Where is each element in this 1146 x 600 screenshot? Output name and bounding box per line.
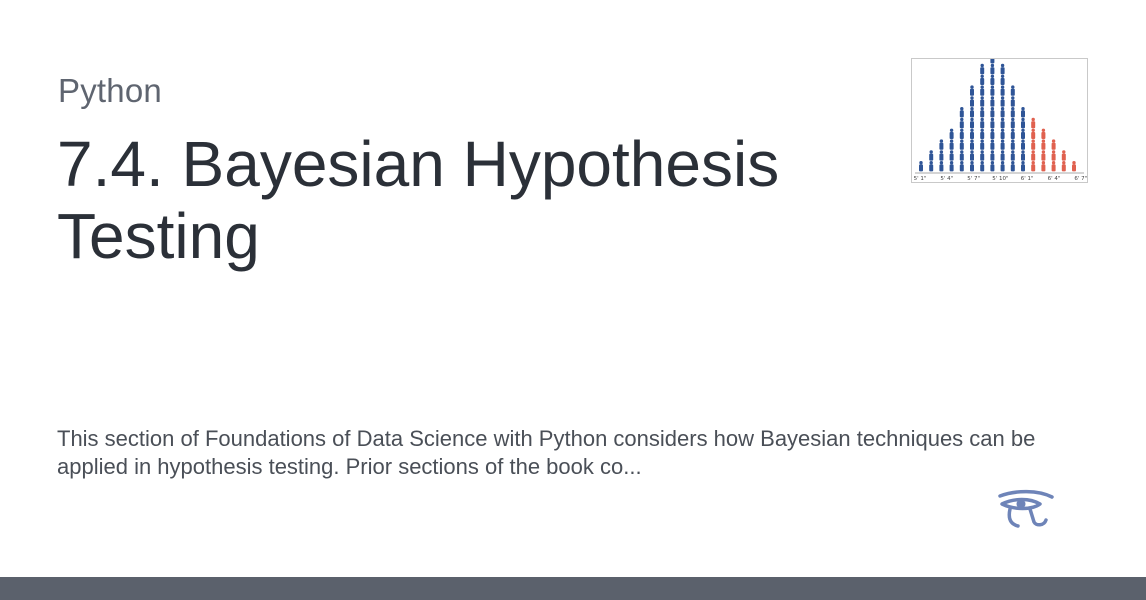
person-figure — [949, 128, 954, 139]
thumbnail-axis-label: 5' 7" — [967, 176, 980, 182]
person-figure — [980, 128, 985, 139]
person-figure — [1051, 139, 1056, 150]
person-figure — [1000, 117, 1005, 129]
person-figure — [1010, 107, 1015, 118]
person-figure — [939, 139, 944, 150]
person-figure — [980, 117, 985, 129]
person-figure — [1041, 139, 1046, 150]
person-figure — [1000, 96, 1005, 107]
person-figure — [959, 107, 964, 118]
person-figure — [970, 85, 974, 96]
person-figure — [1010, 96, 1015, 107]
person-figure — [990, 85, 995, 96]
person-figure — [980, 96, 985, 107]
person-figure — [1031, 117, 1036, 129]
thumbnail-axis-label: 6' 4" — [1048, 176, 1061, 182]
person-figure — [929, 161, 934, 172]
thumbnail-axis-label: 6' 1" — [1021, 176, 1034, 182]
person-figure — [1021, 161, 1025, 172]
thumbnail-axis-label: 5' 4" — [940, 176, 953, 182]
person-figure — [980, 161, 985, 172]
person-figure — [1021, 139, 1025, 150]
person-figure — [990, 139, 995, 150]
person-figure — [929, 150, 934, 161]
person-figure — [990, 117, 995, 129]
person-figure — [1021, 107, 1025, 118]
person-figure — [1041, 128, 1046, 139]
person-figure — [1031, 161, 1036, 172]
person-figure — [1031, 139, 1036, 150]
person-figure — [980, 107, 985, 118]
person-figure — [970, 128, 974, 139]
person-figure — [990, 63, 995, 75]
person-figure — [970, 139, 974, 150]
person-figure — [980, 150, 985, 161]
person-figure — [949, 150, 954, 161]
thumbnail-axis-label: 5' 10" — [992, 176, 1008, 182]
person-figure — [1072, 161, 1076, 172]
person-figure — [980, 85, 985, 96]
person-figure — [959, 117, 964, 129]
person-figure — [1061, 161, 1066, 172]
person-figure — [1021, 150, 1025, 161]
person-figure — [1031, 150, 1036, 161]
person-figure — [1000, 85, 1005, 96]
person-figure — [1051, 150, 1056, 161]
category-label: Python — [58, 72, 162, 109]
person-figure — [970, 161, 974, 172]
person-figure — [980, 63, 985, 75]
person-figure — [1000, 139, 1005, 150]
person-figure — [1000, 74, 1005, 85]
person-figure — [1010, 128, 1015, 139]
person-figure — [1010, 161, 1015, 172]
person-figure — [1010, 139, 1015, 150]
person-figure — [1041, 150, 1046, 161]
person-figure — [1021, 128, 1025, 139]
person-figure — [939, 161, 944, 172]
person-figure — [1010, 85, 1015, 96]
person-figure — [1041, 161, 1046, 172]
person-figure — [990, 74, 995, 85]
person-figure — [959, 161, 964, 172]
person-figure — [949, 161, 954, 172]
person-figure — [919, 161, 923, 172]
person-figure — [990, 128, 995, 139]
person-figure — [1000, 63, 1005, 75]
person-figure — [970, 150, 974, 161]
person-figure — [1061, 150, 1066, 161]
page-title: 7.4. Bayesian Hypothesis Testing — [57, 128, 780, 272]
person-figure — [959, 150, 964, 161]
person-figure — [1000, 150, 1005, 161]
person-figure — [990, 96, 995, 107]
thumbnail-axis-label: 5' 1" — [914, 176, 927, 182]
eye-of-horus-icon — [996, 488, 1056, 532]
thumbnail-axis-label: 6' 7" — [1074, 176, 1087, 182]
person-figure — [990, 107, 995, 118]
person-figure — [1000, 107, 1005, 118]
person-figure — [970, 107, 974, 118]
person-figure — [1021, 117, 1025, 129]
person-figure — [959, 128, 964, 139]
person-figure — [970, 117, 974, 129]
person-figure — [1051, 161, 1056, 172]
page-description: This section of Foundations of Data Scie… — [57, 426, 1036, 479]
person-figure — [1010, 117, 1015, 129]
person-figure — [959, 139, 964, 150]
person-figure — [1010, 150, 1015, 161]
person-figure — [939, 150, 944, 161]
person-figure — [970, 96, 974, 107]
person-figure — [1000, 161, 1005, 172]
thumbnail-image: 5' 1" 5' 4" 5' 7" 5' 10" 6' 1" 6' 4" 6' 7" — [911, 58, 1088, 183]
person-figure — [990, 150, 995, 161]
person-figure — [990, 59, 995, 64]
person-figure — [980, 139, 985, 150]
person-figure — [949, 139, 954, 150]
footer-bar — [0, 577, 1146, 600]
person-figure — [990, 161, 995, 172]
person-figure — [1031, 128, 1036, 139]
person-figure — [1000, 128, 1005, 139]
person-figure — [980, 74, 985, 85]
